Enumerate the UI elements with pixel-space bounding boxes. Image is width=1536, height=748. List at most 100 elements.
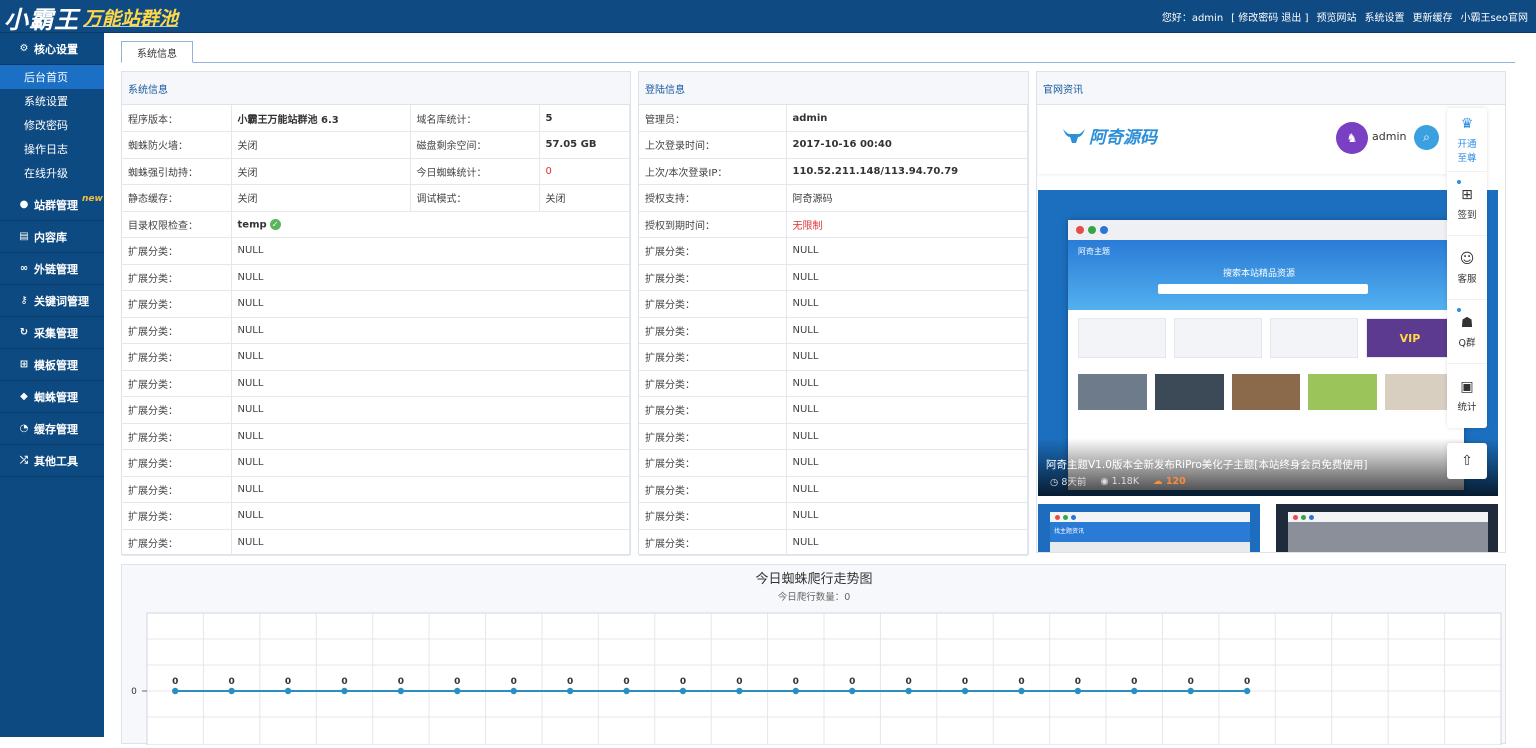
cell-value: NULL: [786, 264, 1028, 291]
service-button[interactable]: ☺ 客服: [1447, 236, 1487, 300]
sidebar-group-content[interactable]: ▤ 内容库: [0, 221, 104, 253]
data-label: 0: [454, 677, 460, 687]
table-row: 扩展分类： NULL: [639, 290, 1028, 318]
sidebar-item-online-upgrade[interactable]: 在线升级: [0, 161, 104, 185]
stats-label: 统计: [1457, 402, 1477, 413]
logo[interactable]: 小霸王 万能站群池: [4, 2, 178, 34]
data-point[interactable]: [849, 687, 856, 695]
sidebar-group-sites[interactable]: ● 站群管理 new: [0, 189, 104, 221]
table-row: 扩展分类： NULL: [122, 370, 630, 397]
table-row: 扩展分类： NULL: [122, 237, 630, 265]
vip-button[interactable]: ♛ 开通 至尊: [1447, 108, 1487, 172]
service-label: 客服: [1457, 273, 1477, 285]
rocket-icon: ⇧: [1461, 453, 1473, 469]
brand-name: 阿奇源码: [1089, 128, 1157, 148]
sidebar-item-system-settings[interactable]: 系统设置: [0, 89, 104, 113]
user-name[interactable]: admin: [1372, 130, 1406, 143]
data-point[interactable]: [1187, 687, 1194, 695]
data-point[interactable]: [284, 687, 292, 695]
sidebar-group-label: 模板管理: [34, 358, 78, 372]
sidebar-item-change-password[interactable]: 修改密码: [0, 113, 104, 137]
data-point[interactable]: [961, 687, 969, 695]
data-point[interactable]: [1131, 687, 1138, 695]
sidebar-group-label: 缓存管理: [34, 422, 78, 436]
sidebar-group-links[interactable]: ∞ 外链管理: [0, 253, 104, 285]
dot-icon: [1088, 226, 1096, 234]
back-to-top-button[interactable]: ⇧: [1447, 443, 1487, 479]
service-icon: ☺: [1459, 250, 1475, 267]
table-row: 扩展分类： NULL: [122, 449, 630, 477]
avatar[interactable]: ♞: [1336, 122, 1368, 154]
search-icon[interactable]: ⌕: [1414, 125, 1439, 150]
cell-label: 扩展分类：: [122, 370, 232, 397]
data-point[interactable]: [792, 687, 799, 695]
data-point[interactable]: [341, 687, 348, 695]
data-point[interactable]: [1018, 687, 1025, 695]
cell-value: NULL: [231, 423, 630, 450]
news-title[interactable]: 阿奇主题V1.0版本全新发布RiPro美化子主题[本站终身会员免费使用]: [1046, 457, 1367, 472]
sidebar-group-tools[interactable]: ⤮ 其他工具: [0, 445, 104, 477]
chart-subtitle: 今日爬行数量：0: [778, 591, 851, 603]
sidebar-item-operation-log[interactable]: 操作日志: [0, 137, 104, 161]
brand-logo[interactable]: 阿奇源码: [1062, 123, 1157, 148]
cell-value: NULL: [231, 529, 630, 556]
cell-label: 管理员：: [639, 105, 787, 132]
dot-icon: [1309, 514, 1314, 520]
user-icon: ●: [19, 199, 29, 210]
windows-icon: ⊞: [19, 359, 29, 370]
qq-group-button[interactable]: ☗ Q群: [1447, 300, 1487, 364]
tab-system-info[interactable]: 系统信息: [121, 41, 193, 63]
table-row: 授权到期时间： 无限制: [639, 211, 1028, 238]
data-point[interactable]: [228, 687, 235, 695]
sidebar-group-core[interactable]: ⚙ 核心设置: [0, 33, 104, 65]
data-point[interactable]: [736, 687, 743, 695]
sidebar-group-templates[interactable]: ⊞ 模板管理: [0, 349, 104, 381]
sidebar-item-label: 后台首页: [24, 71, 68, 84]
table-row: 扩展分类： NULL: [639, 529, 1028, 556]
table-row: 管理员： admin: [639, 105, 1028, 132]
official-site-link[interactable]: 小霸王seo官网: [1461, 9, 1528, 24]
data-label: 0: [962, 677, 968, 687]
system-settings-link[interactable]: 系统设置: [1365, 9, 1405, 24]
stats-button[interactable]: ▣ 统计: [1447, 364, 1487, 428]
table-row: 授权支持： 阿奇源码: [639, 184, 1028, 212]
data-label: 0: [228, 677, 234, 687]
data-point[interactable]: [510, 687, 517, 695]
cell-label: 扩展分类：: [639, 290, 787, 318]
preview-site-link[interactable]: 预览网站: [1317, 9, 1357, 24]
data-point[interactable]: [905, 687, 912, 695]
cell-label: 扩展分类：: [639, 396, 787, 424]
sidebar-item-label: 系统设置: [24, 95, 68, 108]
chart-panel: 今日蜘蛛爬行走势图 今日爬行数量：0 00000000000000000000 …: [121, 564, 1506, 746]
mock-thumb: [1231, 374, 1301, 410]
news-card[interactable]: 找主题资讯: [1038, 504, 1260, 552]
sidebar-item-dashboard[interactable]: 后台首页: [0, 65, 104, 89]
data-point[interactable]: [566, 687, 574, 695]
data-point[interactable]: [397, 687, 405, 695]
cell-label: 程序版本：: [122, 105, 232, 132]
news-card[interactable]: [1276, 504, 1498, 552]
sidebar-group-cache[interactable]: ◔ 缓存管理: [0, 413, 104, 445]
news-featured-card[interactable]: 阿奇主题 搜索本站精品资源 VIP 阿奇主题V1.0版本全新发布RiPro美化子…: [1038, 190, 1498, 496]
data-point[interactable]: [1243, 687, 1251, 695]
data-point[interactable]: [679, 687, 687, 695]
cell-value: NULL: [786, 476, 1028, 503]
data-point[interactable]: [1074, 687, 1082, 695]
data-point[interactable]: [623, 687, 630, 695]
sidebar-group-label: 站群管理: [34, 198, 78, 212]
cell-label: 今日蜘蛛统计：: [410, 158, 540, 185]
data-point[interactable]: [172, 687, 179, 695]
update-cache-link[interactable]: 更新缓存: [1413, 9, 1453, 24]
sidebar-group-label: 核心设置: [34, 42, 78, 56]
sidebar-group-keywords[interactable]: ⚷ 关键词管理: [0, 285, 104, 317]
cell-label: 扩展分类：: [639, 529, 787, 556]
change-password-logout-link[interactable]: [ 修改密码 退出 ]: [1231, 9, 1308, 24]
checkin-button[interactable]: ⊞ 签到: [1447, 172, 1487, 236]
news-time: 8天前: [1061, 477, 1087, 488]
refresh-icon: ↻: [19, 327, 29, 338]
sidebar-group-spiders[interactable]: ◆ 蜘蛛管理: [0, 381, 104, 413]
link-icon: ∞: [19, 263, 29, 274]
mock-vip-card: VIP: [1366, 318, 1454, 358]
data-point[interactable]: [454, 687, 461, 695]
sidebar-group-collect[interactable]: ↻ 采集管理: [0, 317, 104, 349]
